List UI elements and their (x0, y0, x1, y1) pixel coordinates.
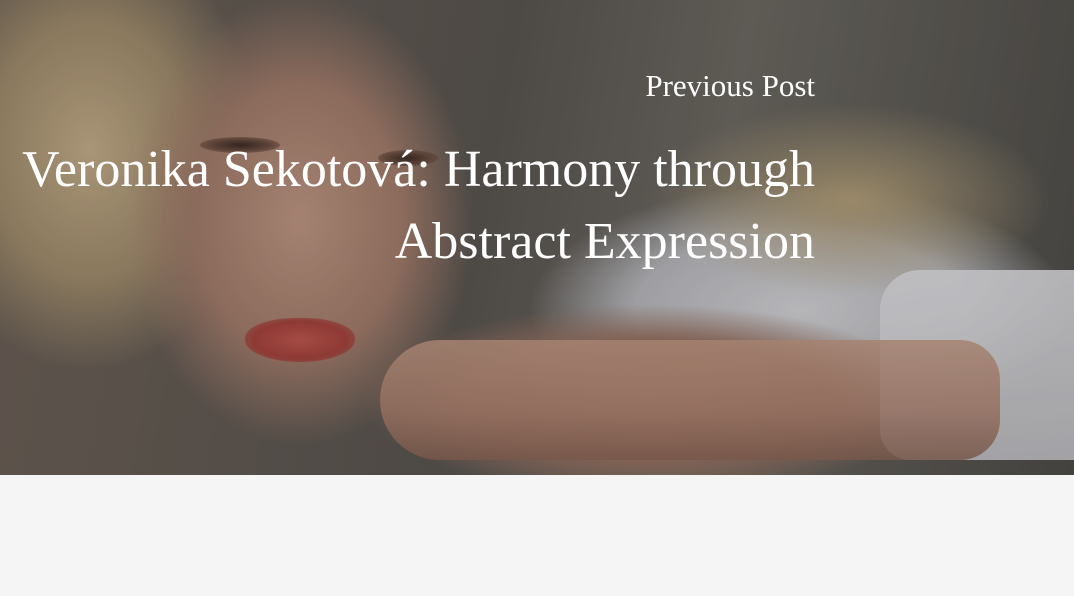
page-background (0, 475, 1074, 596)
previous-post-title[interactable]: Veronika Sekotová: Harmony through Abstr… (0, 134, 815, 278)
previous-post-link[interactable]: Previous Post Veronika Sekotová: Harmony… (0, 0, 1074, 475)
previous-post-label: Previous Post (645, 68, 815, 103)
